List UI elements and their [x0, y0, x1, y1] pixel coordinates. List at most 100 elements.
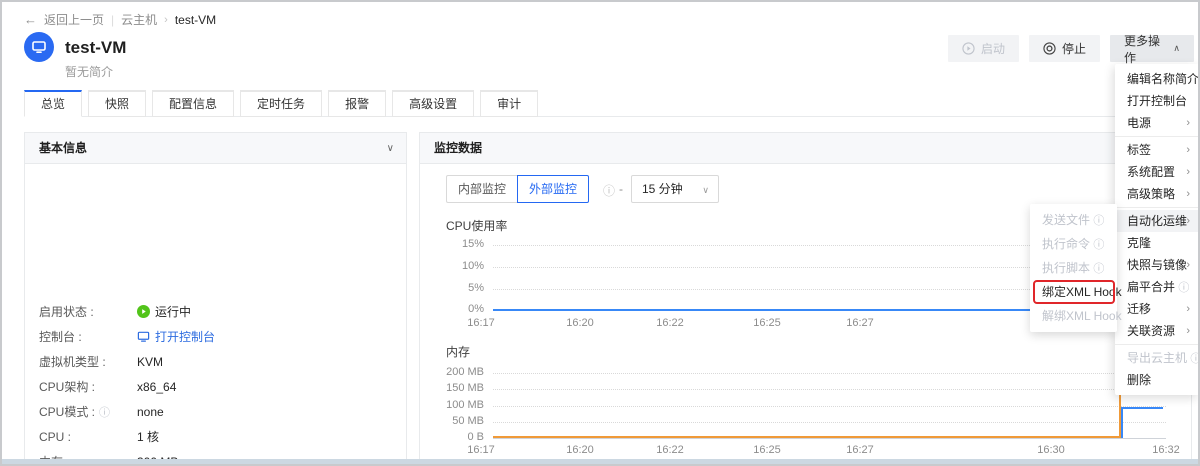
- y-tick: 0 B: [420, 431, 484, 443]
- basic-info-panel: 基本信息 ∨ 启用状态 : 运行中 控制台 : 打开控制台 虚拟机类型 :: [24, 132, 407, 459]
- menu-item-flatten-merge[interactable]: 扁平合并 ⓘ: [1115, 276, 1199, 298]
- monitor-header: 监控数据: [420, 133, 1191, 164]
- open-console-link[interactable]: 打开控制台: [137, 328, 215, 345]
- y-tick: 10%: [420, 260, 484, 272]
- x-tick: 16:20: [566, 444, 594, 456]
- info-icon[interactable]: ⓘ: [99, 404, 110, 420]
- automation-submenu: 发送文件 ⓘ 执行命令 ⓘ 执行脚本 ⓘ 绑定XML Hook 解绑XML Ho…: [1030, 204, 1117, 332]
- internal-monitor-button[interactable]: 内部监控: [446, 175, 517, 203]
- breadcrumb-arrow-icon: ›: [164, 14, 168, 26]
- menu-item-delete[interactable]: 删除: [1115, 369, 1199, 391]
- menu-item-tags[interactable]: 标签 ›: [1115, 139, 1199, 161]
- tab-snapshot[interactable]: 快照: [88, 90, 146, 117]
- bottom-scrollbar[interactable]: [2, 459, 1198, 464]
- more-actions-menu: 编辑名称简介 打开控制台 电源 › 标签 › 系统配置 › 高级策略 › 自动化…: [1115, 64, 1199, 395]
- tab-advanced-settings[interactable]: 高级设置: [392, 90, 474, 117]
- menu-item-power[interactable]: 电源 ›: [1115, 112, 1199, 134]
- chevron-right-icon: ›: [1186, 254, 1190, 276]
- breadcrumb-section[interactable]: 云主机: [121, 11, 157, 28]
- menu-item-edit-name[interactable]: 编辑名称简介: [1115, 68, 1199, 90]
- menu-item-export-vm[interactable]: 导出云主机 ⓘ: [1115, 347, 1199, 369]
- stop-circle-icon: [1043, 42, 1056, 55]
- y-tick: 150 MB: [420, 382, 484, 394]
- back-link[interactable]: 返回上一页: [44, 11, 104, 28]
- page-title: test-VM: [65, 38, 126, 58]
- gridline: [493, 422, 1166, 423]
- x-tick: 16:22: [656, 317, 684, 329]
- memory-blue-rise: [1121, 407, 1123, 438]
- info-row-cpu: CPU : 1 核: [39, 424, 396, 449]
- gridline: [493, 373, 1166, 374]
- basic-info-header: 基本信息 ∨: [25, 133, 406, 164]
- chevron-right-icon: ›: [1186, 112, 1190, 134]
- submenu-item-send-file[interactable]: 发送文件 ⓘ: [1030, 208, 1117, 232]
- vm-detail-page: ← 返回上一页 | 云主机 › test-VM test-VM 暂无简介 启动 …: [0, 0, 1200, 466]
- cpu-chart-title: CPU使用率: [446, 217, 507, 234]
- memory-blue-line: [1121, 407, 1163, 409]
- info-row-cpu-mode: CPU模式 : ⓘ none: [39, 399, 396, 424]
- running-status-icon: [137, 305, 150, 318]
- info-row-vm-type: 虚拟机类型 : KVM: [39, 349, 396, 374]
- y-tick: 50 MB: [420, 415, 484, 427]
- tab-overview[interactable]: 总览: [24, 90, 82, 117]
- info-icon: ⓘ: [1178, 282, 1189, 294]
- stop-button[interactable]: 停止: [1029, 35, 1100, 62]
- gridline: [493, 406, 1166, 407]
- action-bar: 启动 停止 更多操作 ∧: [948, 35, 1194, 62]
- collapse-chevron-icon[interactable]: ∨: [387, 133, 394, 164]
- menu-item-advanced-policy[interactable]: 高级策略 ›: [1115, 183, 1199, 205]
- submenu-item-bind-xml-hook[interactable]: 绑定XML Hook: [1030, 280, 1117, 304]
- time-range-select[interactable]: 15 分钟 ∨: [631, 175, 719, 203]
- chevron-right-icon: ›: [1186, 320, 1190, 342]
- start-button[interactable]: 启动: [948, 35, 1019, 62]
- chevron-right-icon: ›: [1186, 298, 1190, 320]
- x-tick: 16:32: [1152, 444, 1180, 456]
- tab-scheduled-tasks[interactable]: 定时任务: [240, 90, 322, 117]
- y-tick: 0%: [420, 303, 484, 315]
- external-monitor-button[interactable]: 外部监控: [517, 175, 589, 203]
- back-arrow-icon[interactable]: ←: [24, 12, 37, 27]
- submenu-item-unbind-xml-hook[interactable]: 解绑XML Hook: [1030, 304, 1117, 328]
- vm-avatar: [24, 32, 54, 62]
- menu-item-open-console[interactable]: 打开控制台: [1115, 90, 1199, 112]
- chevron-right-icon: ›: [1186, 139, 1190, 161]
- menu-item-system-config[interactable]: 系统配置 ›: [1115, 161, 1199, 183]
- breadcrumb-divider: |: [111, 13, 114, 27]
- more-actions-button[interactable]: 更多操作 ∧: [1110, 35, 1194, 62]
- page-subtitle: 暂无简介: [65, 63, 113, 80]
- tab-bar: 总览 快照 配置信息 定时任务 报警 高级设置 审计: [24, 90, 1196, 117]
- menu-item-clone[interactable]: 克隆: [1115, 232, 1199, 254]
- submenu-item-exec-command[interactable]: 执行命令 ⓘ: [1030, 232, 1117, 256]
- chevron-up-icon: ∧: [1173, 43, 1180, 54]
- info-icon[interactable]: ⓘ: [603, 182, 615, 199]
- chevron-down-icon: ∨: [702, 177, 709, 203]
- status-value: 运行中: [155, 303, 191, 320]
- y-tick: 5%: [420, 282, 484, 294]
- chevron-right-icon: ›: [1186, 210, 1190, 232]
- info-row-status: 启用状态 : 运行中: [39, 299, 396, 324]
- menu-item-migrate[interactable]: 迁移 ›: [1115, 298, 1199, 320]
- y-tick: 15%: [420, 238, 484, 250]
- menu-item-snapshot-image[interactable]: 快照与镜像 ›: [1115, 254, 1199, 276]
- x-tick: 16:22: [656, 444, 684, 456]
- menu-item-automation[interactable]: 自动化运维 ›: [1115, 210, 1199, 232]
- x-axis-line: [493, 438, 1166, 439]
- chevron-right-icon: ›: [1186, 183, 1190, 205]
- tab-audit[interactable]: 审计: [480, 90, 538, 117]
- submenu-item-exec-script[interactable]: 执行脚本 ⓘ: [1030, 256, 1117, 280]
- tab-config-info[interactable]: 配置信息: [152, 90, 234, 117]
- console-icon: [137, 330, 150, 343]
- memory-orange-line: [493, 436, 1121, 438]
- monitor-icon: [31, 39, 47, 55]
- x-tick: 16:27: [846, 317, 874, 329]
- y-tick: 200 MB: [420, 366, 484, 378]
- menu-separator: [1115, 136, 1199, 137]
- menu-item-related-resources[interactable]: 关联资源 ›: [1115, 320, 1199, 342]
- gridline: [493, 389, 1166, 390]
- monitor-source-toggle: 内部监控 外部监控: [446, 175, 589, 203]
- x-tick: 16:25: [753, 317, 781, 329]
- x-tick: 16:17: [467, 317, 495, 329]
- chevron-right-icon: ›: [1186, 161, 1190, 183]
- tab-alarm[interactable]: 报警: [328, 90, 386, 117]
- x-tick: 16:25: [753, 444, 781, 456]
